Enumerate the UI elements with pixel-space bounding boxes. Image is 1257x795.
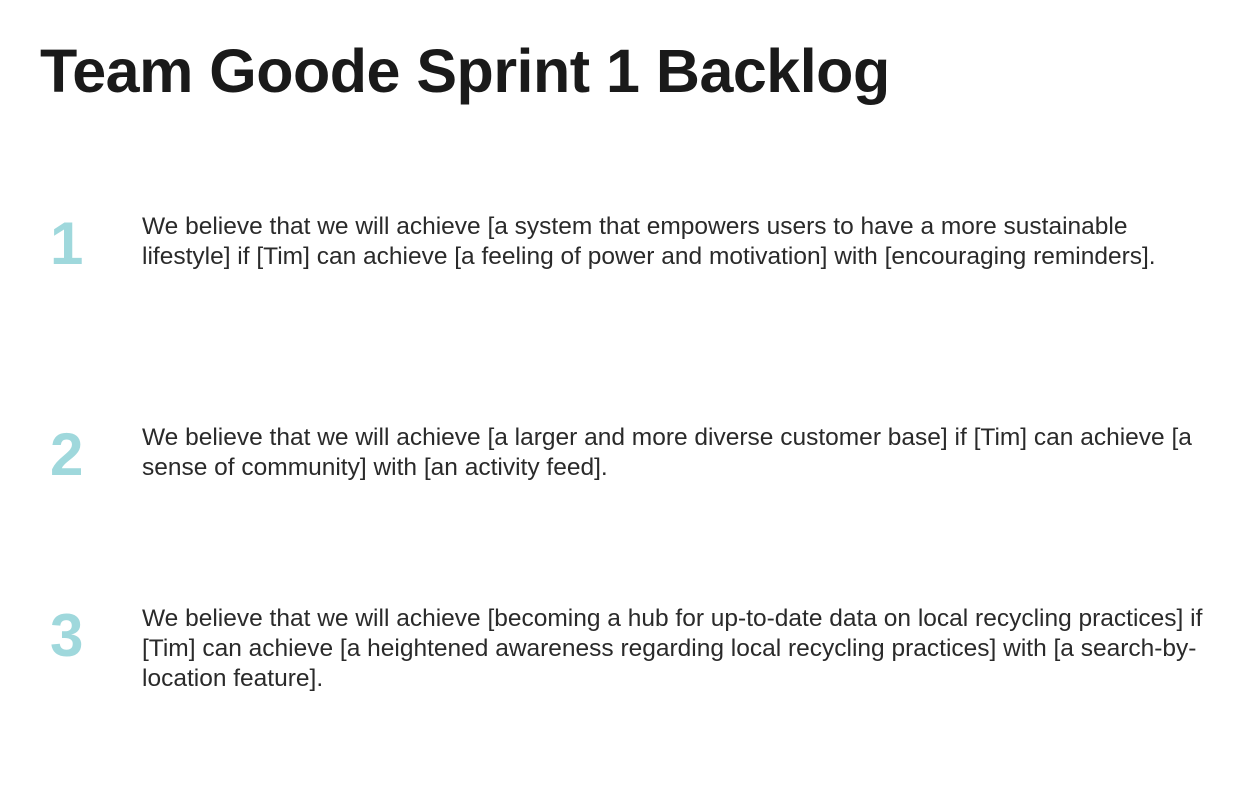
backlog-item-text: We believe that we will achieve [a large… [142,424,1192,481]
backlog-item-number: 3 [50,602,84,669]
backlog-item-text: We believe that we will achieve [becomin… [142,605,1203,692]
backlog-item-text: We believe that we will achieve [a syste… [142,213,1156,270]
page-title: Team Goode Sprint 1 Backlog [40,37,890,105]
slide: Team Goode Sprint 1 Backlog 1 We believe… [0,0,1257,795]
backlog-item-number: 1 [50,210,84,277]
backlog-item-number: 2 [50,421,84,488]
